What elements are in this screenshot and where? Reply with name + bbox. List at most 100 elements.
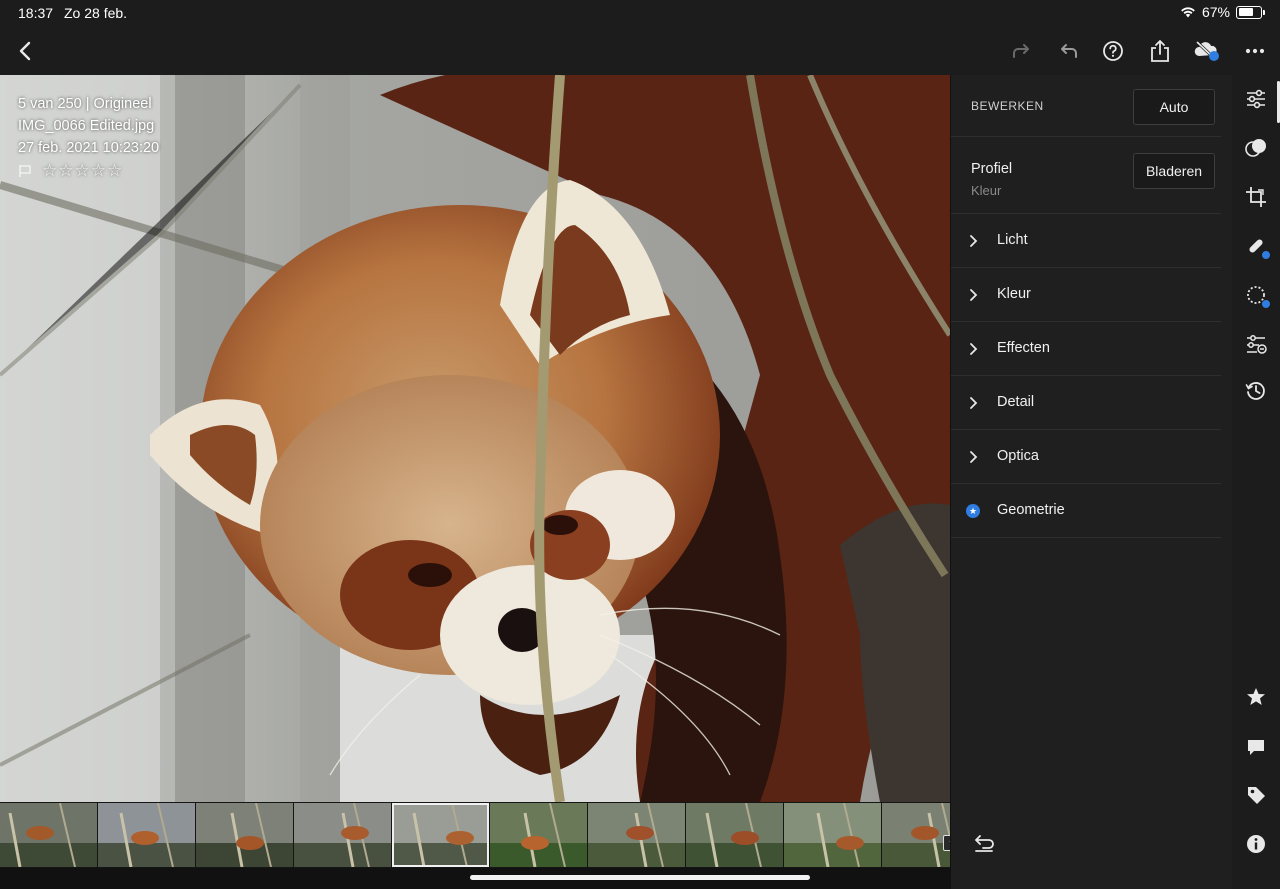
cloud-sync-button[interactable]	[1192, 36, 1222, 66]
comment-button[interactable]	[1244, 735, 1268, 759]
profile-value: Kleur	[971, 183, 1002, 198]
rate-button[interactable]	[1244, 685, 1268, 709]
filmstrip-thumbnail[interactable]	[98, 803, 195, 867]
profile-label: Profiel	[971, 161, 1013, 177]
section-detail[interactable]: Detail	[951, 376, 1221, 430]
back-button[interactable]	[10, 36, 40, 66]
chevron-right-icon	[970, 451, 978, 463]
section-effecten[interactable]: Effecten	[951, 322, 1221, 376]
comment-icon	[1248, 740, 1264, 755]
top-toolbar	[0, 26, 1280, 75]
section-optica[interactable]: Optica	[951, 430, 1221, 484]
history-icon	[1245, 382, 1265, 400]
star-icon	[1247, 688, 1265, 705]
thumbnail-image	[0, 803, 97, 867]
tag-icon	[1248, 787, 1265, 804]
cloud-sync-icon	[1194, 40, 1219, 61]
section-label: Optica	[997, 448, 1039, 464]
thumbnail-image	[686, 803, 783, 867]
tool-rail	[1232, 75, 1280, 889]
panel-header: BEWERKEN Auto	[951, 75, 1221, 137]
thumbnail-image	[784, 803, 881, 867]
filmstrip-thumbnail[interactable]	[196, 803, 293, 867]
premium-badge	[1261, 250, 1271, 260]
section-label: Detail	[997, 394, 1035, 410]
photo-image	[0, 75, 950, 802]
edit-sliders-icon	[1247, 89, 1265, 109]
chevron-right-icon	[970, 343, 978, 355]
thumbnail-image	[490, 803, 587, 867]
section-label: Licht	[997, 232, 1028, 248]
more-icon	[1245, 48, 1265, 54]
filmstrip-thumbnail[interactable]	[686, 803, 783, 867]
redo-icon	[1013, 44, 1029, 58]
selective-tool-button[interactable]	[1244, 332, 1268, 356]
section-licht[interactable]: Licht	[951, 214, 1221, 268]
healing-tool-button[interactable]	[1244, 234, 1271, 260]
rating-row: ☆☆☆☆☆	[18, 160, 159, 182]
star-rating[interactable]: ☆☆☆☆☆	[42, 160, 123, 182]
keyword-button[interactable]	[1244, 783, 1268, 807]
thumbnail-image	[392, 803, 489, 867]
filmstrip	[0, 802, 950, 868]
filmstrip-thumbnail[interactable]	[0, 803, 97, 867]
edit-tool-button[interactable]	[1244, 87, 1268, 111]
status-time: 18:37	[18, 5, 54, 21]
presets-tool-button[interactable]	[1244, 136, 1268, 160]
home-indicator[interactable]	[470, 875, 810, 880]
filmstrip-thumbnail[interactable]	[588, 803, 685, 867]
thumbnail-image	[196, 803, 293, 867]
section-geometrie[interactable]: ★ Geometrie	[951, 484, 1221, 538]
photo-datetime: 27 feb. 2021 10:23:20	[18, 140, 160, 156]
help-button[interactable]	[1098, 36, 1128, 66]
section-label: Geometrie	[997, 502, 1065, 518]
profile-row: Profiel Kleur Bladeren	[951, 137, 1221, 214]
masking-tool-button[interactable]	[1244, 283, 1271, 309]
panel-title: BEWERKEN	[971, 99, 1044, 113]
battery-percent: 67%	[1201, 4, 1230, 20]
history-tool-button[interactable]	[1244, 379, 1268, 403]
presets-icon	[1245, 139, 1266, 157]
status-bar: 18:37 Zo 28 feb. 67%	[0, 0, 1280, 26]
battery-icon	[1236, 5, 1265, 19]
filmstrip-thumbnail[interactable]	[784, 803, 881, 867]
crop-icon	[1246, 187, 1266, 207]
photo-filename: IMG_0066 Edited.jpg	[18, 118, 155, 134]
thumbnail-image	[294, 803, 391, 867]
battery-level	[1238, 8, 1253, 16]
photo-canvas[interactable]: 5 van 250 | Origineel IMG_0066 Edited.jp…	[0, 75, 950, 802]
premium-star-icon: ★	[966, 504, 980, 518]
chevron-right-icon	[970, 235, 978, 247]
thumbnail-image	[98, 803, 195, 867]
info-icon	[1247, 835, 1265, 853]
share-button[interactable]	[1145, 36, 1175, 66]
filmstrip-thumbnail[interactable]	[392, 803, 489, 867]
selective-icon	[1247, 335, 1267, 354]
more-button[interactable]	[1240, 36, 1270, 66]
reset-button[interactable]	[973, 835, 995, 858]
filmstrip-thumbnail[interactable]	[490, 803, 587, 867]
photo-info-overlay: 5 van 250 | Origineel IMG_0066 Edited.jp…	[18, 93, 159, 182]
filmstrip-collapse-icon[interactable]	[943, 835, 950, 851]
photo-position: 5 van 250 | Origineel	[18, 96, 152, 112]
browse-profiles-button[interactable]: Bladeren	[1133, 153, 1215, 189]
back-icon	[19, 41, 31, 61]
section-label: Kleur	[997, 286, 1031, 302]
section-kleur[interactable]: Kleur	[951, 268, 1221, 322]
chevron-right-icon	[970, 397, 978, 409]
section-label: Effecten	[997, 340, 1050, 356]
auto-button[interactable]: Auto	[1133, 89, 1215, 125]
thumbnail-image	[882, 803, 950, 867]
flag-icon[interactable]	[18, 164, 32, 178]
redo-button[interactable]	[1006, 36, 1036, 66]
info-button[interactable]	[1244, 832, 1268, 856]
filmstrip-thumbnail[interactable]	[294, 803, 391, 867]
wifi-icon	[1181, 7, 1195, 18]
filmstrip-thumbnail[interactable]	[882, 803, 950, 867]
premium-badge	[1261, 299, 1271, 309]
share-icon	[1151, 40, 1169, 62]
reset-icon	[975, 835, 994, 852]
undo-button[interactable]	[1054, 36, 1084, 66]
crop-tool-button[interactable]	[1244, 185, 1268, 209]
thumbnail-image	[588, 803, 685, 867]
